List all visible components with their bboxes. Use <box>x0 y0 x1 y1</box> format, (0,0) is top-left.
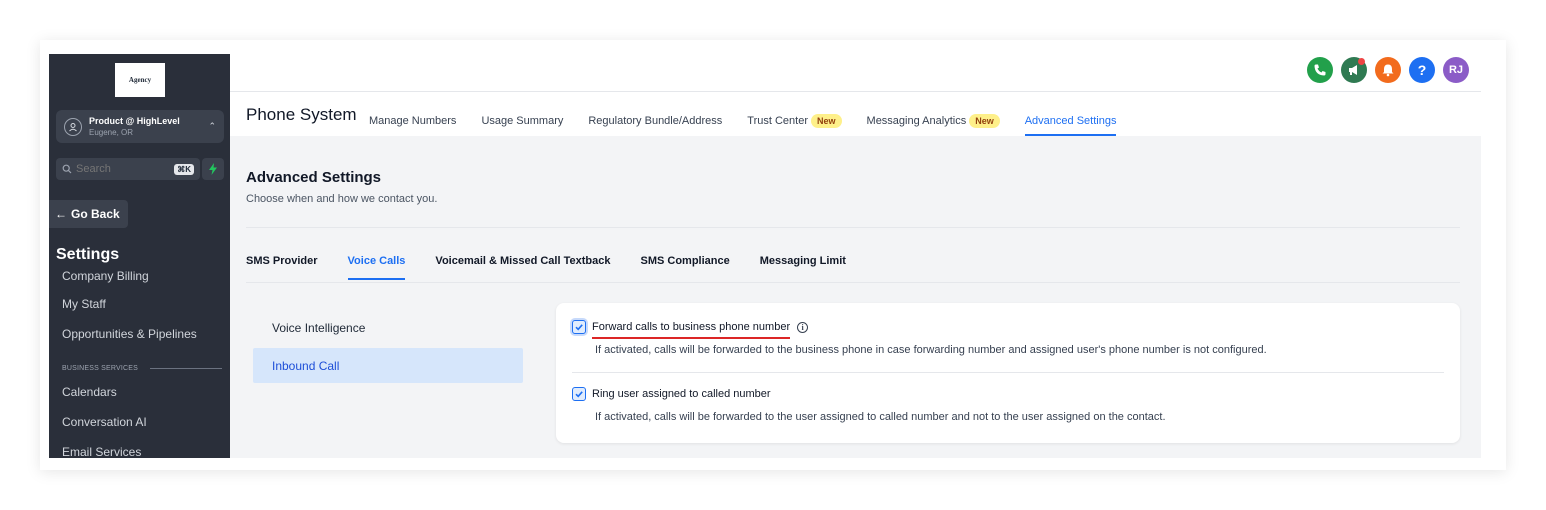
divider <box>246 282 1460 283</box>
arrow-left-icon: ← <box>55 207 67 221</box>
forward-calls-checkbox[interactable] <box>572 320 586 334</box>
tab-advanced-settings[interactable]: Advanced Settings <box>1024 109 1117 136</box>
settings-nav: Company Billing My Staff Opportunities &… <box>62 268 222 458</box>
screenshot-frame: Agency Product @ HighLevel Eugene, OR ⌃ … <box>40 40 1506 470</box>
nav-item-my-staff[interactable]: My Staff <box>62 296 222 326</box>
phone-button[interactable] <box>1307 57 1333 83</box>
lightning-icon <box>209 163 217 175</box>
nav-section-divider <box>150 367 222 369</box>
account-name: Product @ HighLevel <box>89 115 180 126</box>
nav-item-company-billing[interactable]: Company Billing <box>62 268 222 296</box>
notification-dot <box>1358 58 1365 65</box>
subtab-voicemail[interactable]: Voicemail & Missed Call Textback <box>435 255 610 275</box>
logo-text: Agency <box>128 76 152 84</box>
nav-item-conversation-ai[interactable]: Conversation AI <box>62 414 222 444</box>
card-divider <box>572 372 1444 373</box>
tab-label: Messaging Analytics <box>866 115 967 127</box>
nav-section-business-services: BUSINESS SERVICES <box>62 354 222 382</box>
header-icons: ? RJ <box>1307 57 1469 83</box>
agency-logo[interactable]: Agency <box>115 63 165 97</box>
account-location: Eugene, OR <box>89 127 134 137</box>
main-content: Advanced Settings Choose when and how we… <box>246 136 1460 458</box>
divider <box>246 227 1460 228</box>
search-input[interactable] <box>76 163 175 175</box>
ring-user-option: Ring user assigned to called number If a… <box>572 387 1166 423</box>
tab-label: Manage Numbers <box>369 115 457 127</box>
go-back-button[interactable]: ← Go Back <box>49 200 128 228</box>
tab-label: Advanced Settings <box>1024 115 1117 127</box>
new-badge: New <box>811 114 842 128</box>
app-window: Agency Product @ HighLevel Eugene, OR ⌃ … <box>49 54 1481 458</box>
menu-item-inbound-call[interactable]: Inbound Call <box>253 348 523 383</box>
subtab-voice-calls[interactable]: Voice Calls <box>347 255 405 280</box>
checkmark-icon <box>575 324 583 331</box>
section-subtitle: Choose when and how we contact you. <box>246 193 438 205</box>
tab-usage-summary[interactable]: Usage Summary <box>481 109 563 133</box>
inbound-call-settings-card: Forward calls to business phone number i… <box>556 303 1460 443</box>
forward-calls-description: If activated, calls will be forwarded to… <box>595 344 1267 356</box>
search-box[interactable]: ⌘K <box>56 158 200 180</box>
notifications-button[interactable] <box>1375 57 1401 83</box>
settings-subtabs: SMS Provider Voice Calls Voicemail & Mis… <box>246 255 876 280</box>
page-title: Phone System <box>246 105 357 124</box>
nav-item-opportunities[interactable]: Opportunities & Pipelines <box>62 326 222 354</box>
ring-user-label[interactable]: Ring user assigned to called number <box>592 388 771 400</box>
bell-icon <box>1382 64 1394 77</box>
forward-calls-option: Forward calls to business phone number i… <box>572 320 1267 356</box>
avatar-initials: RJ <box>1448 64 1464 76</box>
menu-item-voice-intelligence[interactable]: Voice Intelligence <box>253 310 523 345</box>
tab-messaging-analytics[interactable]: Messaging Analytics New <box>867 109 1000 133</box>
go-back-label: Go Back <box>71 207 120 221</box>
account-info: Product @ HighLevel Eugene, OR <box>89 116 208 138</box>
checkmark-icon <box>575 391 583 398</box>
top-header: ? RJ Phone System Manage Numbers Usage S… <box>230 54 1481 136</box>
voice-calls-menu: Voice Intelligence Inbound Call <box>253 310 523 383</box>
tab-trust-center[interactable]: Trust Center New <box>747 109 842 133</box>
nav-section-label: BUSINESS SERVICES <box>62 364 139 372</box>
tab-regulatory-bundle[interactable]: Regulatory Bundle/Address <box>588 109 722 133</box>
help-button[interactable]: ? <box>1409 57 1435 83</box>
announcements-button[interactable] <box>1341 57 1367 83</box>
ring-user-checkbox[interactable] <box>572 387 586 401</box>
tab-label: Trust Center <box>747 115 809 127</box>
subtab-sms-compliance[interactable]: SMS Compliance <box>640 255 729 275</box>
search-shortcut: ⌘K <box>174 163 194 175</box>
search-icon <box>62 164 72 174</box>
header-divider <box>230 91 1481 92</box>
nav-item-calendars[interactable]: Calendars <box>62 384 222 414</box>
new-badge: New <box>969 114 1000 128</box>
tab-manage-numbers[interactable]: Manage Numbers <box>369 109 456 133</box>
help-icon: ? <box>1417 62 1427 78</box>
settings-heading: Settings <box>56 246 120 263</box>
chevron-updown-icon: ⌃ <box>208 121 216 131</box>
quick-actions-button[interactable] <box>202 158 224 180</box>
subtab-messaging-limit[interactable]: Messaging Limit <box>760 255 846 275</box>
phone-icon <box>1314 64 1326 76</box>
location-icon <box>64 117 82 136</box>
nav-item-email-services[interactable]: Email Services <box>62 444 222 458</box>
account-switcher[interactable]: Product @ HighLevel Eugene, OR ⌃ <box>56 110 224 143</box>
forward-calls-label[interactable]: Forward calls to business phone number <box>592 321 791 339</box>
tab-label: Regulatory Bundle/Address <box>588 115 723 127</box>
section-title: Advanced Settings <box>246 169 382 186</box>
user-avatar[interactable]: RJ <box>1443 57 1469 83</box>
subtab-sms-provider[interactable]: SMS Provider <box>246 255 318 275</box>
info-icon[interactable]: i <box>797 321 809 333</box>
tab-label: Usage Summary <box>481 115 564 127</box>
ring-user-description: If activated, calls will be forwarded to… <box>595 411 1166 423</box>
sidebar: Agency Product @ HighLevel Eugene, OR ⌃ … <box>49 54 230 458</box>
megaphone-icon <box>1349 65 1357 75</box>
phone-system-tabs: Manage Numbers Usage Summary Regulatory … <box>369 109 1141 136</box>
